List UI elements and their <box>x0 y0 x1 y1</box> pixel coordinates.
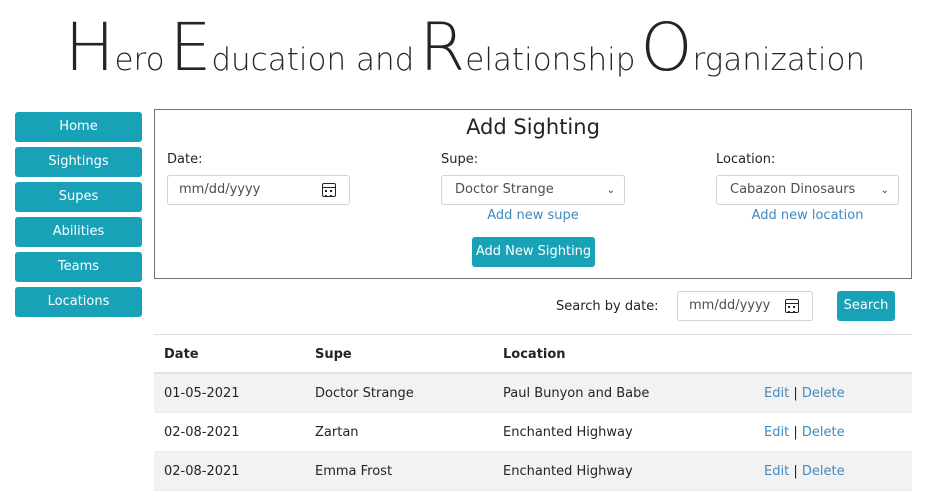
sidebar-item-sightings[interactable]: Sightings <box>15 147 142 177</box>
sidebar-item-locations[interactable]: Locations <box>15 287 142 317</box>
edit-link[interactable]: Edit <box>764 464 789 479</box>
sidebar-item-abilities[interactable]: Abilities <box>15 217 142 247</box>
chevron-down-icon: ⌄ <box>606 185 615 196</box>
date-placeholder: mm/dd/yyyy <box>179 182 261 197</box>
column-header-location: Location <box>503 347 566 362</box>
delete-link[interactable]: Delete <box>802 464 845 479</box>
sightings-table: Date Supe Location 01-05-2021 Doctor Str… <box>154 334 912 491</box>
edit-link[interactable]: Edit <box>764 425 789 440</box>
add-new-location-link[interactable]: Add new location <box>716 208 899 224</box>
search-button[interactable]: Search <box>837 291 895 321</box>
panel-heading: Add Sighting <box>466 115 600 139</box>
row-actions: Edit | Delete <box>764 374 845 413</box>
calendar-icon[interactable] <box>785 299 799 313</box>
delete-link[interactable]: Delete <box>802 386 845 401</box>
supe-selected-value: Doctor Strange <box>455 182 554 197</box>
title-word: ero <box>114 42 165 78</box>
sidebar-item-supes[interactable]: Supes <box>15 182 142 212</box>
title-initial: H <box>64 9 115 86</box>
page-title: Hero Education and Relationship Organiza… <box>0 8 930 100</box>
table-row: 01-05-2021 Doctor Strange Paul Bunyon an… <box>154 374 912 413</box>
row-location: Enchanted Highway <box>503 425 633 440</box>
title-word: rganization <box>692 42 866 78</box>
edit-link[interactable]: Edit <box>764 386 789 401</box>
column-header-supe: Supe <box>315 347 352 362</box>
row-location: Paul Bunyon and Babe <box>503 386 650 401</box>
row-supe: Zartan <box>315 425 359 440</box>
row-location: Enchanted Highway <box>503 464 633 479</box>
location-selected-value: Cabazon Dinosaurs <box>730 182 856 197</box>
location-label: Location: <box>716 152 776 167</box>
title-word: ducation and <box>211 42 415 78</box>
row-actions: Edit | Delete <box>764 452 845 491</box>
title-word: elationship <box>465 42 636 78</box>
supe-select[interactable]: Doctor Strange ⌄ <box>441 175 625 205</box>
sidebar-item-teams[interactable]: Teams <box>15 252 142 282</box>
search-date-placeholder: mm/dd/yyyy <box>689 298 771 313</box>
sidebar: Home Sightings Supes Abilities Teams Loc… <box>15 112 142 322</box>
table-row: 02-08-2021 Zartan Enchanted Highway Edit… <box>154 413 912 452</box>
location-select[interactable]: Cabazon Dinosaurs ⌄ <box>716 175 899 205</box>
row-actions: Edit | Delete <box>764 413 845 452</box>
title-initial: E <box>169 9 212 86</box>
sidebar-item-home[interactable]: Home <box>15 112 142 142</box>
date-field[interactable]: mm/dd/yyyy <box>167 175 350 205</box>
search-label: Search by date: <box>556 299 659 314</box>
action-separator: | <box>793 425 798 440</box>
table-row: 02-08-2021 Emma Frost Enchanted Highway … <box>154 452 912 491</box>
date-label: Date: <box>167 152 203 167</box>
chevron-down-icon: ⌄ <box>880 185 889 196</box>
add-new-sighting-button[interactable]: Add New Sighting <box>472 237 595 267</box>
calendar-icon[interactable] <box>322 183 336 197</box>
title-initial: O <box>640 9 693 86</box>
search-date-field[interactable]: mm/dd/yyyy <box>677 291 813 321</box>
row-supe: Doctor Strange <box>315 386 414 401</box>
supe-label: Supe: <box>441 152 479 167</box>
column-header-date: Date <box>164 347 199 362</box>
table-header: Date Supe Location <box>154 335 912 374</box>
add-sighting-panel: Add Sighting Date: mm/dd/yyyy Supe: Doct… <box>154 109 912 279</box>
row-date: 02-08-2021 <box>164 464 240 479</box>
row-date: 01-05-2021 <box>164 386 240 401</box>
action-separator: | <box>793 386 798 401</box>
row-date: 02-08-2021 <box>164 425 240 440</box>
delete-link[interactable]: Delete <box>802 425 845 440</box>
row-supe: Emma Frost <box>315 464 393 479</box>
title-initial: R <box>419 9 466 86</box>
add-new-supe-link[interactable]: Add new supe <box>441 208 625 224</box>
action-separator: | <box>793 464 798 479</box>
